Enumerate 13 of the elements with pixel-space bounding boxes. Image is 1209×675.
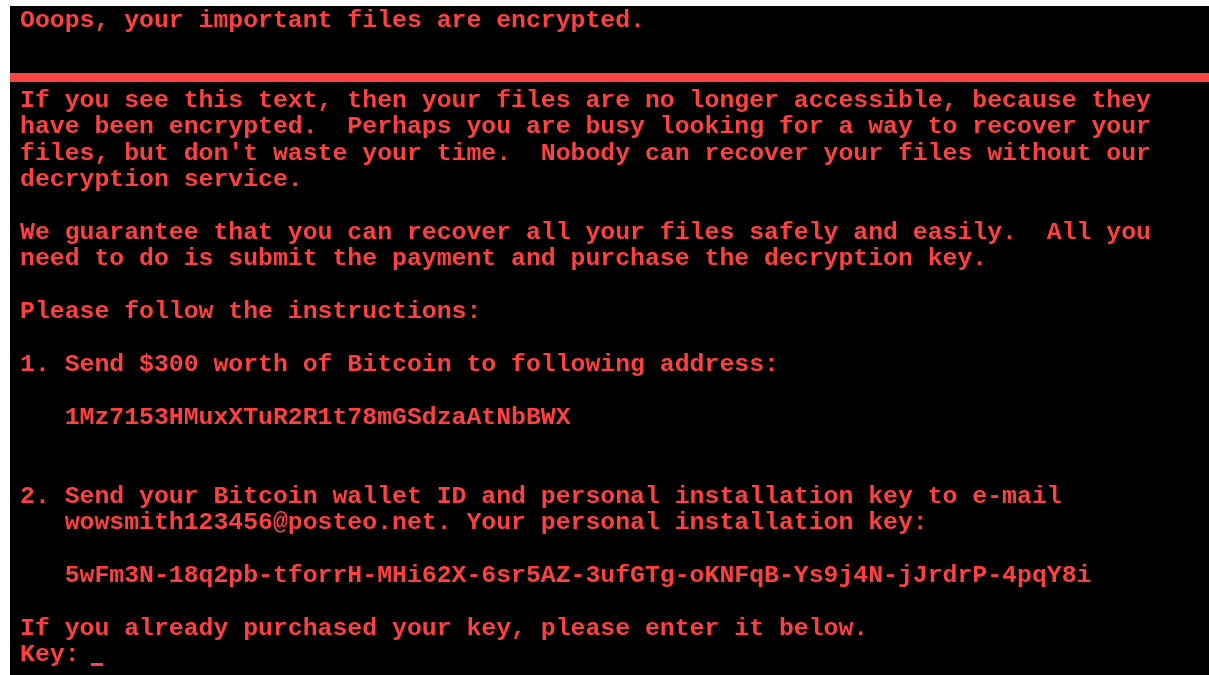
message-paragraph: We guarantee that you can recover all your files safely and easily. All you need to do is submit the payment and purchase the decryption key. bbox=[20, 219, 1152, 272]
text-cursor[interactable] bbox=[91, 662, 104, 666]
code-text: 5wFm3N-18q2pb-tforrH-MHi62X-6sr5AZ-3ufGTg-oKNFqB-Ys9j4N-jJrdrP-4pqY8i bbox=[63, 562, 1093, 589]
message-paragraph: Please follow the instructions: bbox=[20, 298, 483, 325]
code-text: 1Mz7153HMuxXTuR2R1t78mGSdzaAtNbBWX bbox=[63, 403, 572, 431]
step-text: Send your Bitcoin wallet ID and personal installation key to e-mail wowsmith123456@posteo.net. Your personal installation key: bbox=[64, 483, 1063, 536]
message-paragraph: If you already purchased your key, please enter it below. bbox=[20, 615, 870, 642]
key-label: Key: bbox=[20, 641, 80, 668]
message-paragraph: If you see this text, then your files are no longer accessible, because they have been encrypted. Perhaps you are busy looking for a way to recover your files, but don't waste your time. Nobody can recover your files without our decryption service. bbox=[20, 87, 1152, 193]
step-number: 1. bbox=[20, 351, 51, 378]
step-number: 2. bbox=[20, 483, 51, 512]
screen-title: Ooops, your important files are encrypted. bbox=[19, 6, 646, 36]
step-text: Send $300 worth of Bitcoin to following address: bbox=[64, 351, 780, 378]
